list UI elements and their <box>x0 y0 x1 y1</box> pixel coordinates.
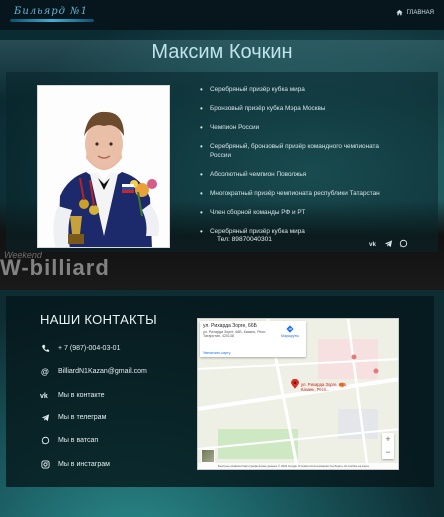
contact-email[interactable]: @ BilliardN1Kazan@gmail.com <box>40 366 147 376</box>
instagram-icon <box>40 459 50 469</box>
map-zoom-in-button[interactable]: + <box>382 433 394 446</box>
achievement-item: Бронзовый призёр кубка Мэра Москвы <box>200 104 400 113</box>
achievement-item: Серебряный, бронзовый призёр командного … <box>200 142 400 160</box>
vk-icon[interactable]: vk <box>369 235 378 248</box>
map-info-box: ул. Рихарда Зорге, 66Б ул. Рихарда Зорге… <box>200 321 306 357</box>
home-icon <box>396 9 404 16</box>
site-header: Бильярд №1 ГЛАВНАЯ <box>0 0 444 30</box>
svg-text:@: @ <box>41 367 49 375</box>
phone-icon <box>40 343 50 353</box>
whatsapp-icon[interactable] <box>399 235 408 248</box>
contact-telegram[interactable]: Мы в телеграм <box>40 412 106 422</box>
contacts-title: НАШИ КОНТАКТЫ <box>40 312 157 327</box>
contact-whatsapp[interactable]: Мы в ватсап <box>40 435 98 445</box>
achievement-item: Член сборной команды РФ и РТ <box>200 208 400 217</box>
player-phone: Тел: 89870040301 <box>217 236 272 243</box>
map-info-address: ул. Рихарда Зорге, 66Б, Казань, Респ. Та… <box>203 330 267 339</box>
vk-icon: vk <box>40 390 50 400</box>
site-logo[interactable]: Бильярд №1 <box>10 6 96 24</box>
map-pin-icon[interactable] <box>291 379 299 389</box>
player-name: Максим Кочкин <box>151 41 293 63</box>
map-pin-label: ул. Рихарда Зорге, 66Б, Казань, Респ... <box>301 382 348 392</box>
map-directions-link[interactable]: Маршруты <box>277 325 303 338</box>
map-satellite-toggle[interactable] <box>201 449 215 463</box>
svg-text:vk: vk <box>40 393 48 400</box>
contact-whatsapp-label: Мы в ватсап <box>58 436 99 444</box>
nav-home-link[interactable]: ГЛАВНАЯ <box>396 9 434 16</box>
contact-vk-label: Мы в контакте <box>58 391 105 399</box>
achievement-item: Абсолютный чемпион Поволжья <box>200 170 400 179</box>
contact-phone[interactable]: + 7 (987)-004-03-01 <box>40 343 120 353</box>
map-directions-label: Маршруты <box>281 334 299 338</box>
logo-text: Бильярд №1 <box>14 6 88 17</box>
contact-telegram-label: Мы в телеграм <box>58 413 107 421</box>
contact-instagram-label: Мы в инстаграм <box>58 460 110 468</box>
player-photo <box>37 85 170 248</box>
directions-icon <box>286 325 294 333</box>
logo-underline <box>10 19 94 22</box>
achievement-item: Многократный призёр чемпионата республик… <box>200 189 400 198</box>
map-zoom-controls: + − <box>382 433 394 459</box>
contact-phone-label: + 7 (987)-004-03-01 <box>58 344 121 352</box>
telegram-icon[interactable] <box>384 235 393 248</box>
contact-email-label: BilliardN1Kazan@gmail.com <box>58 367 147 375</box>
nav-home-label: ГЛАВНАЯ <box>406 9 434 16</box>
player-social-links: vk <box>369 235 408 248</box>
telegram-icon <box>40 412 50 422</box>
achievement-item: Серебряный призёр кубка мира <box>200 85 400 94</box>
map-zoom-out-button[interactable]: − <box>382 446 394 459</box>
at-icon: @ <box>40 366 50 376</box>
whatsapp-icon <box>40 435 50 445</box>
achievements-list: Серебряный призёр кубка мира Бронзовый п… <box>200 85 400 246</box>
banner-wbilliard-text: W-billiard <box>0 255 110 280</box>
contact-instagram[interactable]: Мы в инстаграм <box>40 459 110 469</box>
svg-text:vk: vk <box>369 241 377 248</box>
achievement-item: Чемпион России <box>200 123 400 132</box>
map-enlarge-link[interactable]: Увеличить карту <box>203 351 230 355</box>
google-map[interactable]: ул. Рихарда Зорге, 66Б ул. Рихарда Зорге… <box>197 318 399 470</box>
map-footer: Быстрые клавиши Картографические данные … <box>198 463 398 469</box>
contact-vk[interactable]: vk Мы в контакте <box>40 390 105 401</box>
